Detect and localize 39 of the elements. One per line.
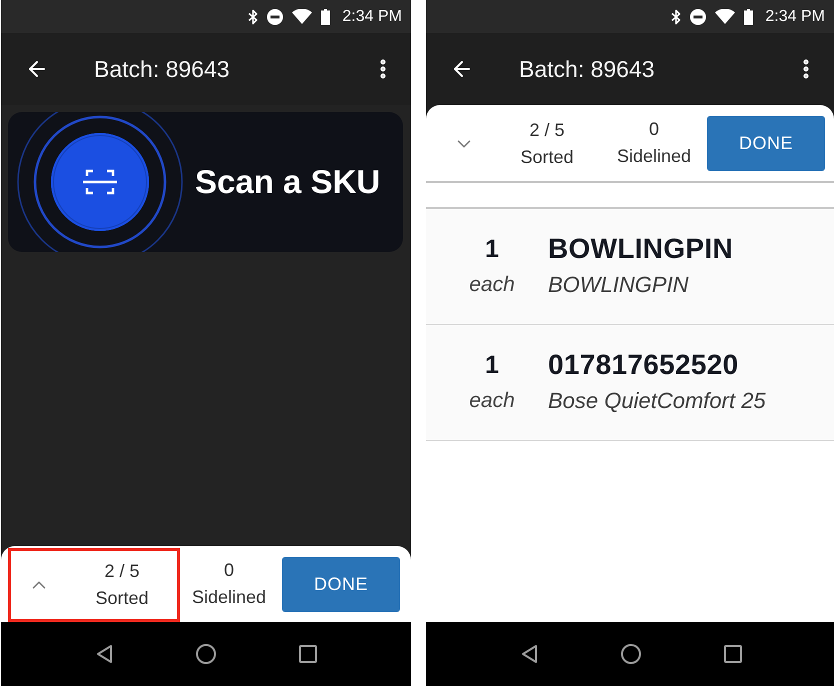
status-time: 2:34 PM [765,8,825,26]
recents-square-icon[interactable] [721,642,745,666]
item-unit: each [469,272,515,298]
scan-label: Scan a SKU [195,163,380,201]
wifi-icon [715,9,736,24]
stat-label: Sorted [520,146,574,169]
item-quantity: 1 [485,234,499,264]
do-not-disturb-icon [690,8,706,24]
scan-button[interactable] [51,133,149,231]
wifi-icon [292,9,312,24]
done-button[interactable]: DONE [282,556,400,612]
item-row[interactable]: 1 each BOWLINGPIN BOWLINGPIN [426,209,834,325]
done-button[interactable]: DONE [707,116,825,170]
bluetooth-icon [248,8,258,24]
stat-label: Sidelined [616,145,692,168]
stat-label: Sorted [95,587,149,610]
stat-value: 0 [224,559,234,582]
battery-icon [744,8,754,24]
item-quantity: 1 [485,350,499,380]
item-name: BOWLINGPIN [548,270,690,298]
item-unit: each [469,388,515,414]
scan-icon [83,169,117,195]
item-sku: BOWLINGPIN [548,232,733,266]
stat-label: Sidelined [192,586,266,609]
status-time: 2:34 PM [342,8,402,26]
do-not-disturb-icon [267,8,284,24]
stat-value: 2 / 5 [529,119,565,142]
bluetooth-icon [671,8,682,24]
recents-square-icon[interactable] [296,642,320,666]
home-circle-icon[interactable] [194,642,218,666]
stat-value: 2 / 5 [104,560,140,583]
app-bar-title: Batch: 89643 [519,56,655,82]
home-circle-icon[interactable] [619,642,643,666]
battery-icon [321,8,330,24]
item-sku: 017817652520 [548,348,740,382]
item-row[interactable]: 1 each 017817652520 Bose QuietComfort 25 [426,325,834,441]
app-bar-title: Batch: 89643 [94,56,230,82]
item-name: Bose QuietComfort 25 [548,386,766,414]
stat-value: 0 [648,118,659,141]
